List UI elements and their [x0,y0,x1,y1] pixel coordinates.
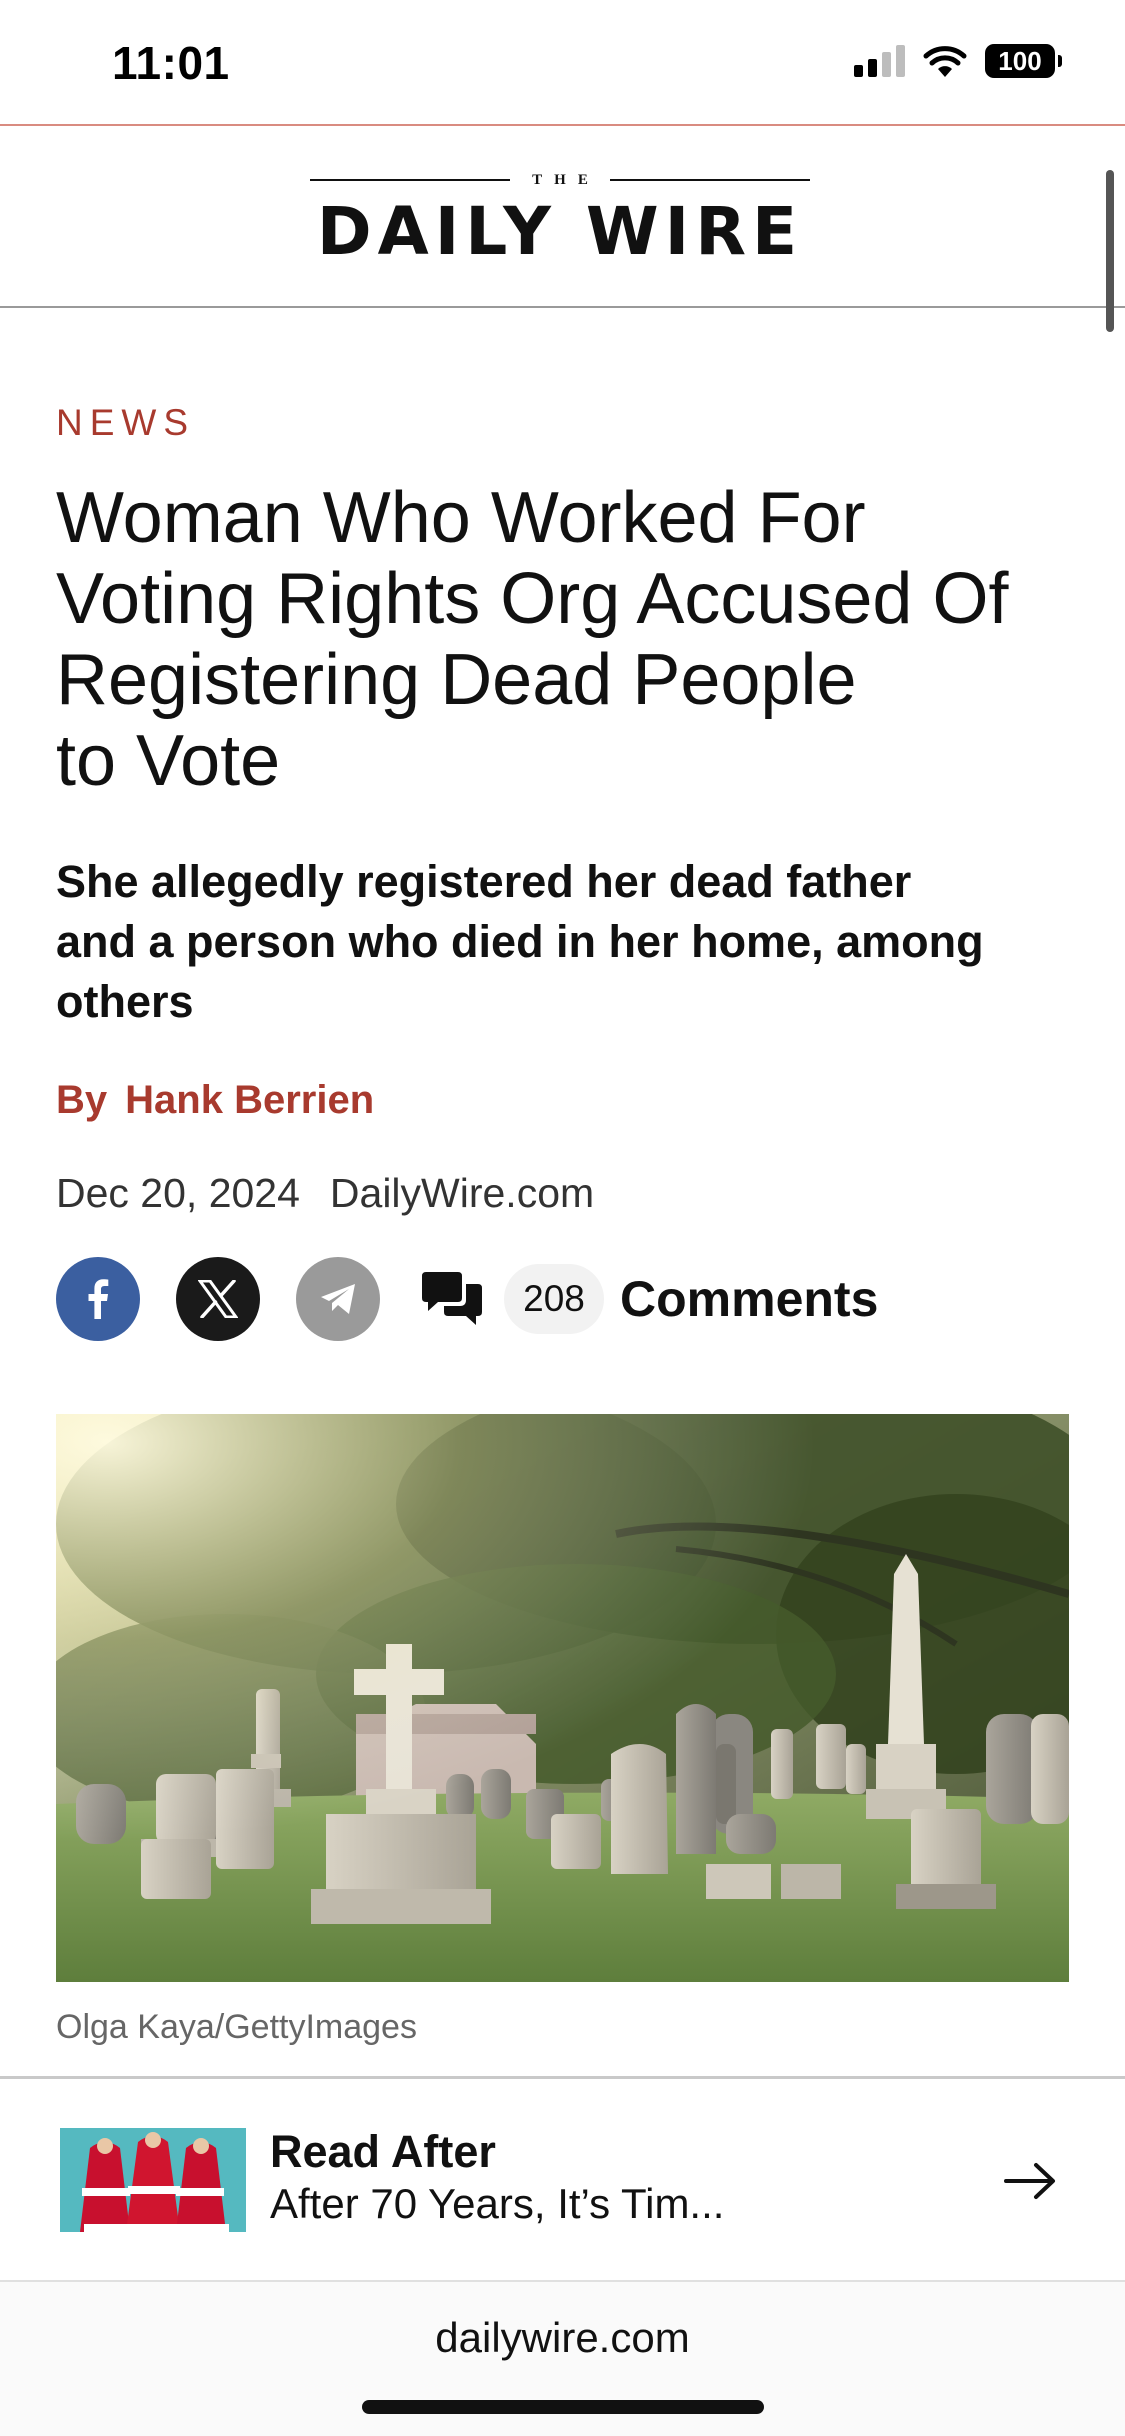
scroll-indicator[interactable] [1106,170,1114,332]
status-icons: 100 [854,44,1062,78]
read-after-headline: After 70 Years, It’s Tim... [270,2180,725,2227]
subhead-line: and a person who died in her home, among [56,916,984,967]
x-icon [198,1280,238,1318]
headline-line: Registering Dead People [56,640,857,720]
read-after-bar[interactable]: Read After After 70 Years, It’s Tim... [0,2080,1125,2280]
caption-divider [0,2076,1125,2079]
browser-url-bar[interactable]: dailywire.com [0,2282,1125,2436]
url-text[interactable]: dailywire.com [0,2314,1125,2362]
article-source: DailyWire.com [329,1170,595,1216]
article-headline: Woman Who Worked For Voting Rights Org A… [56,478,1076,802]
subhead-line: others [56,976,194,1027]
logo-the: THE [310,170,810,190]
publish-date: Dec 20, 2024 [56,1170,300,1216]
article-subhead: She allegedly registered her dead father… [56,852,1076,1032]
article-meta: Dec 20, 2024 DailyWire.com [56,1170,594,1217]
section-kicker[interactable]: NEWS [56,402,195,444]
wifi-icon [923,46,967,77]
masthead: THE DAILY WIRE [0,126,1125,308]
battery-icon: 100 [985,44,1062,78]
headline-line: to Vote [56,721,281,801]
facebook-share-button[interactable] [56,1257,140,1341]
headline-line: Voting Rights Org Accused Of [56,559,1009,639]
comments-icon [422,1272,482,1325]
article-hero-image [56,1414,1069,1982]
comments-link[interactable]: 208 Comments [418,1264,878,1334]
status-time: 11:01 [112,37,230,89]
arrow-right-icon[interactable] [1000,2156,1060,2206]
x-share-button[interactable] [176,1257,260,1341]
headline-line: Woman Who Worked For [56,478,866,558]
facebook-icon [88,1279,109,1319]
cellular-signal-icon [854,45,905,77]
share-row: 208 Comments [56,1256,878,1342]
comments-label: Comments [620,1271,879,1327]
read-after-title: Read After [270,2126,496,2177]
home-indicator[interactable] [362,2400,764,2414]
byline-prefix: By [56,1078,108,1122]
telegram-share-button[interactable] [296,1257,380,1341]
image-caption: Olga Kaya/GettyImages [56,2008,417,2046]
read-after-thumbnail [60,2128,246,2232]
cemetery-image [56,1414,1069,1982]
status-bar: 11:01 100 [0,0,1125,124]
byline: By Hank Berrien [56,1078,374,1123]
subhead-line: She allegedly registered her dead father [56,856,912,907]
comment-count: 208 [504,1264,604,1334]
telegram-icon [321,1284,355,1314]
daily-wire-logo[interactable]: THE DAILY WIRE [310,170,810,280]
logo-wordmark: DAILY WIRE [316,193,804,270]
author-link[interactable]: Hank Berrien [125,1078,374,1122]
